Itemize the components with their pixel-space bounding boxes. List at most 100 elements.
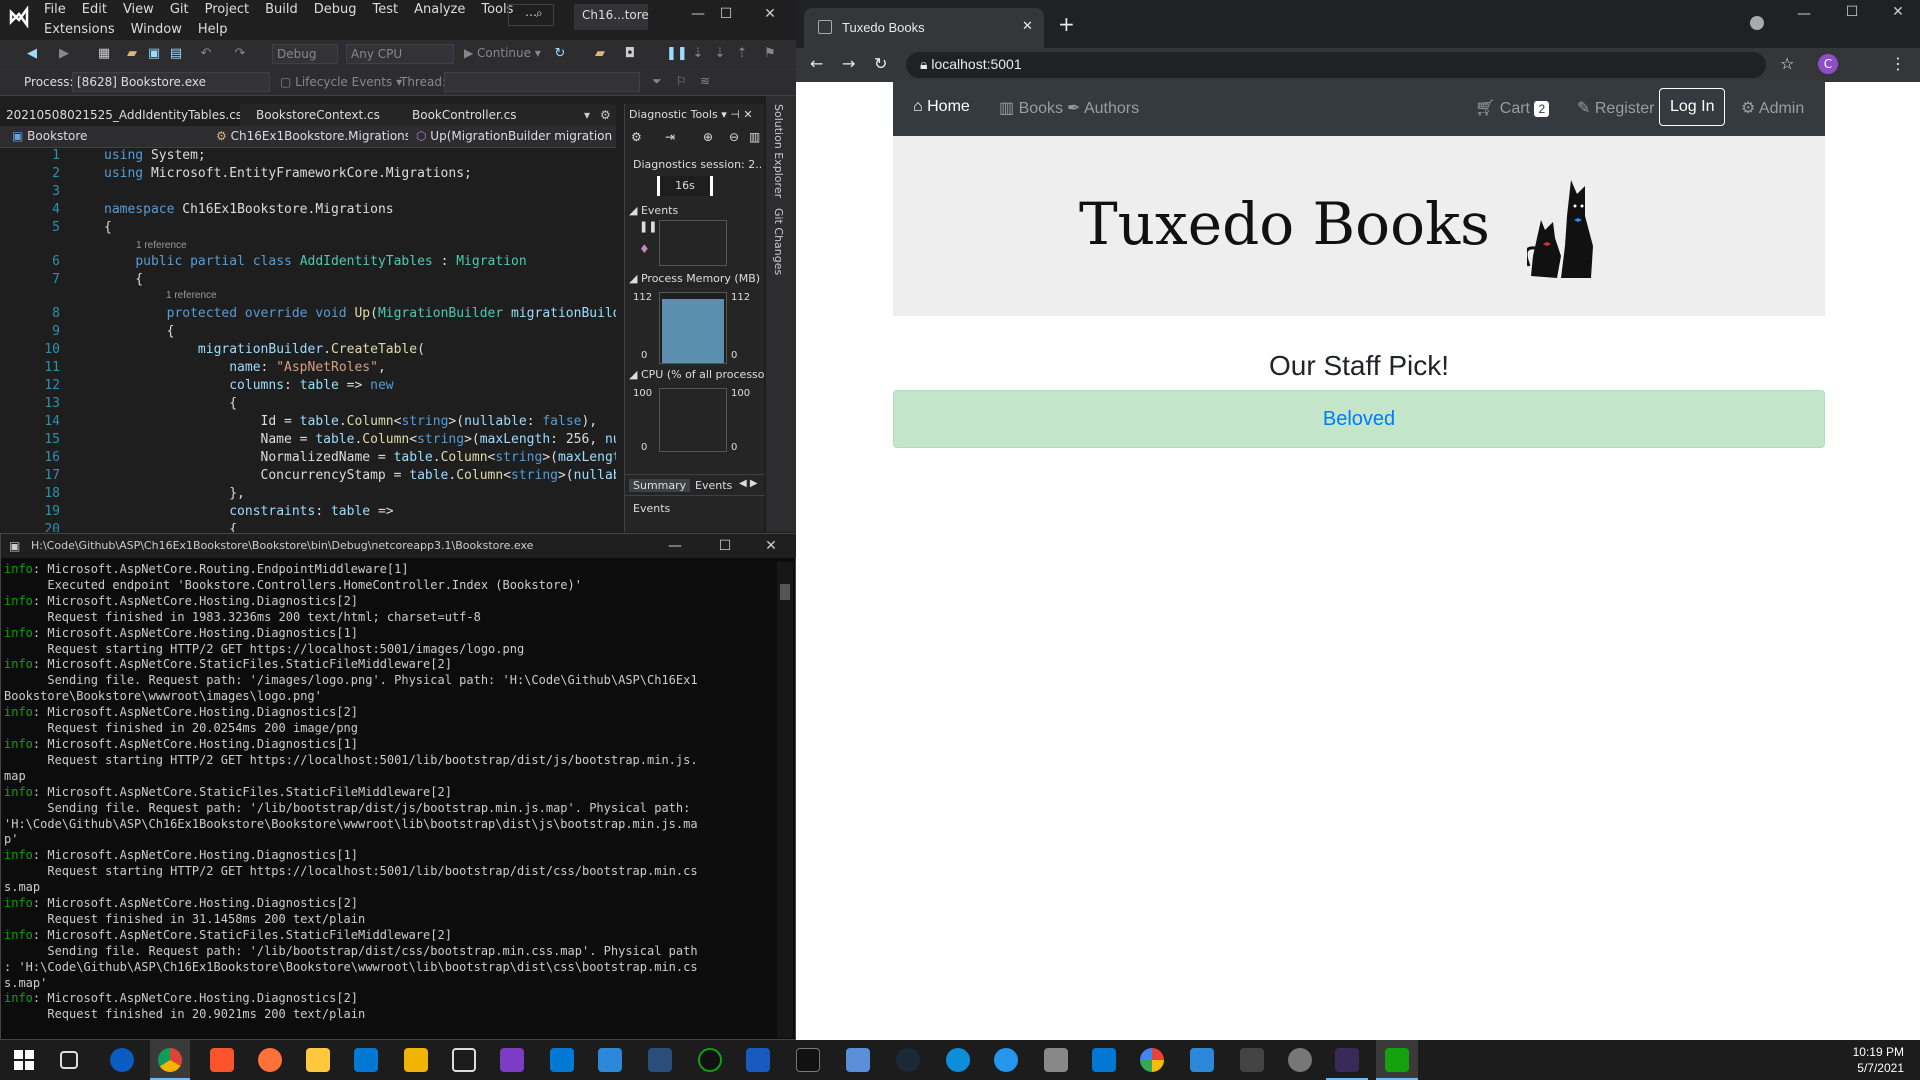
mail-icon[interactable] [354, 1048, 378, 1072]
hot-reload-icon[interactable]: ⚑ [762, 46, 778, 62]
diag-settings-icon[interactable]: ⚙ [631, 130, 642, 144]
threads-icon[interactable]: ≋ [700, 74, 710, 88]
tab-events[interactable]: Events [695, 479, 732, 492]
vs-maximize-button[interactable]: ☐ [708, 6, 744, 22]
settings-gear-icon[interactable]: ⚙ [600, 108, 611, 122]
save-all-icon[interactable]: ▤ [168, 46, 184, 62]
app-icon[interactable] [698, 1048, 722, 1072]
filter-icon[interactable]: ⏷ [652, 74, 662, 89]
console-scrollbar[interactable] [777, 562, 793, 1038]
task-view-icon[interactable] [60, 1051, 78, 1069]
nav-register[interactable]: ✎ Register [1577, 98, 1654, 118]
close-icon[interactable]: ✕ [743, 108, 752, 121]
camera-icon[interactable]: ◘ [622, 46, 638, 62]
step-over-icon[interactable]: ⇣ [690, 46, 706, 62]
close-tab-icon[interactable]: ✕ [1022, 18, 1033, 34]
edge-icon[interactable] [946, 1048, 970, 1072]
back-arrow-icon[interactable]: ← [810, 54, 823, 73]
platform-dropdown[interactable]: Any CPU [346, 44, 454, 64]
browser-close-button[interactable]: ✕ [1880, 4, 1916, 20]
file-explorer-icon[interactable] [306, 1048, 330, 1072]
save-icon[interactable]: ▣ [146, 46, 162, 62]
terminal-icon[interactable] [796, 1048, 820, 1072]
delete-icon[interactable]: ▥ [749, 130, 760, 144]
system-clock[interactable]: 10:19 PM 5/7/2021 [1853, 1044, 1904, 1076]
firefox-developer-icon[interactable] [110, 1048, 134, 1072]
nav-books[interactable]: ▥ Books [999, 98, 1063, 118]
firefox-icon[interactable] [258, 1048, 282, 1072]
class-dropdown[interactable]: ⚙ Ch16Ex1Bookstore.Migrations.A [212, 127, 408, 147]
back-icon[interactable]: ◀ [24, 46, 40, 62]
timeline-range[interactable]: 16s [657, 176, 713, 196]
menu-file[interactable]: File [36, 2, 74, 17]
tab-overflow-icon[interactable]: ▾ [584, 108, 590, 122]
app-icon[interactable] [1092, 1048, 1116, 1072]
continue-button[interactable]: ▶ Continue ▾ [464, 46, 541, 60]
calculator-icon[interactable] [1240, 1048, 1264, 1072]
pin-icon[interactable]: ⊣ [730, 108, 740, 121]
more-menu-icon[interactable]: ⋮ [1890, 54, 1906, 73]
open-folder-icon[interactable]: ▰ [124, 46, 140, 62]
menu-help[interactable]: Help [190, 22, 236, 37]
diag-export-icon[interactable]: ⇥ [665, 130, 675, 144]
photos-icon[interactable] [1190, 1048, 1214, 1072]
tab-scroll-arrows[interactable]: ◀ ▶ [739, 478, 758, 489]
console-minimize-button[interactable]: — [657, 538, 693, 554]
console-taskbar-active[interactable] [1326, 1040, 1368, 1080]
visual-studio-icon[interactable] [500, 1048, 524, 1072]
vscode-icon[interactable] [550, 1048, 574, 1072]
brave-icon[interactable] [210, 1048, 234, 1072]
menu-debug[interactable]: Debug [306, 2, 365, 17]
folder-icon[interactable]: ▰ [592, 46, 608, 62]
undo-icon[interactable]: ↶ [198, 46, 214, 62]
code-editor[interactable]: 1 2 3 4 5 6 7 8 9 10 11 12 13 14 15 16 17 18 19 20 1 refere… [0, 148, 616, 532]
forward-arrow-icon[interactable]: → [842, 54, 855, 73]
menu-analyze[interactable]: Analyze [406, 2, 473, 17]
step-out-icon[interactable]: ⇡ [734, 46, 750, 62]
memory-section[interactable]: ◢ Process Memory (MB) [629, 272, 760, 285]
address-bar[interactable]: 🔒︎ localhost:5001 [906, 52, 1766, 78]
app-icon[interactable] [1044, 1048, 1068, 1072]
forward-icon[interactable]: ▶ [56, 46, 72, 62]
tab-addidentitytables[interactable]: 20210508021525_AddIdentityTables.cs ⊣ ✕ [0, 104, 240, 126]
menu-edit[interactable]: Edit [74, 2, 115, 17]
menu-project[interactable]: Project [197, 2, 257, 17]
vs-close-button[interactable]: ✕ [752, 6, 788, 22]
zoom-in-icon[interactable]: ⊕ [703, 130, 713, 144]
codelens-references[interactable]: 1 reference [136, 240, 187, 251]
new-tab-button[interactable]: + [1058, 12, 1075, 36]
browser-minimize-button[interactable]: — [1786, 6, 1822, 22]
staff-pick-book-link[interactable]: Beloved [1323, 408, 1395, 430]
pause-icon[interactable]: ❚❚ [666, 46, 688, 62]
bookmark-star-icon[interactable]: ☆ [1780, 54, 1794, 73]
cpu-section[interactable]: ◢ CPU (% of all processo [629, 368, 765, 381]
app-icon[interactable] [846, 1048, 870, 1072]
word-icon[interactable] [746, 1048, 770, 1072]
chrome-taskbar-active[interactable] [150, 1040, 190, 1080]
app-icon[interactable] [1288, 1048, 1312, 1072]
app-icon[interactable] [598, 1048, 622, 1072]
windows-start-icon[interactable] [14, 1050, 34, 1070]
codelens-references[interactable]: 1 reference [166, 290, 217, 301]
project-dropdown[interactable]: ▣ Bookstore [8, 127, 208, 147]
browser-tab[interactable]: Tuxedo Books ✕ [804, 8, 1044, 48]
menu-window[interactable]: Window [123, 22, 190, 37]
app-icon[interactable] [404, 1048, 428, 1072]
step-into-icon[interactable]: ⇣ [712, 46, 728, 62]
thread-dropdown[interactable] [444, 72, 640, 92]
events-section[interactable]: ◢ Events [629, 204, 678, 217]
restart-icon[interactable]: ↻ [552, 46, 568, 62]
3d-viewer-icon[interactable] [452, 1048, 476, 1072]
reload-icon[interactable]: ↻ [874, 54, 887, 73]
lifecycle-events-button[interactable]: ▢ Lifecycle Events ▾ [280, 75, 402, 89]
tab-bookstorecontext[interactable]: BookstoreContext.cs [250, 104, 380, 126]
chrome-canary-icon[interactable] [1140, 1048, 1164, 1072]
tab-search-icon[interactable] [1750, 16, 1764, 30]
overflow-menu-button[interactable]: … [508, 4, 554, 26]
docker-icon[interactable] [994, 1048, 1018, 1072]
browser-maximize-button[interactable]: ☐ [1834, 4, 1870, 20]
member-dropdown[interactable]: ⬡ Up(MigrationBuilder migrationI [412, 127, 612, 147]
menu-view[interactable]: View [115, 2, 162, 17]
nav-home[interactable]: ⌂ Home [913, 98, 970, 116]
steam-icon[interactable] [896, 1048, 920, 1072]
